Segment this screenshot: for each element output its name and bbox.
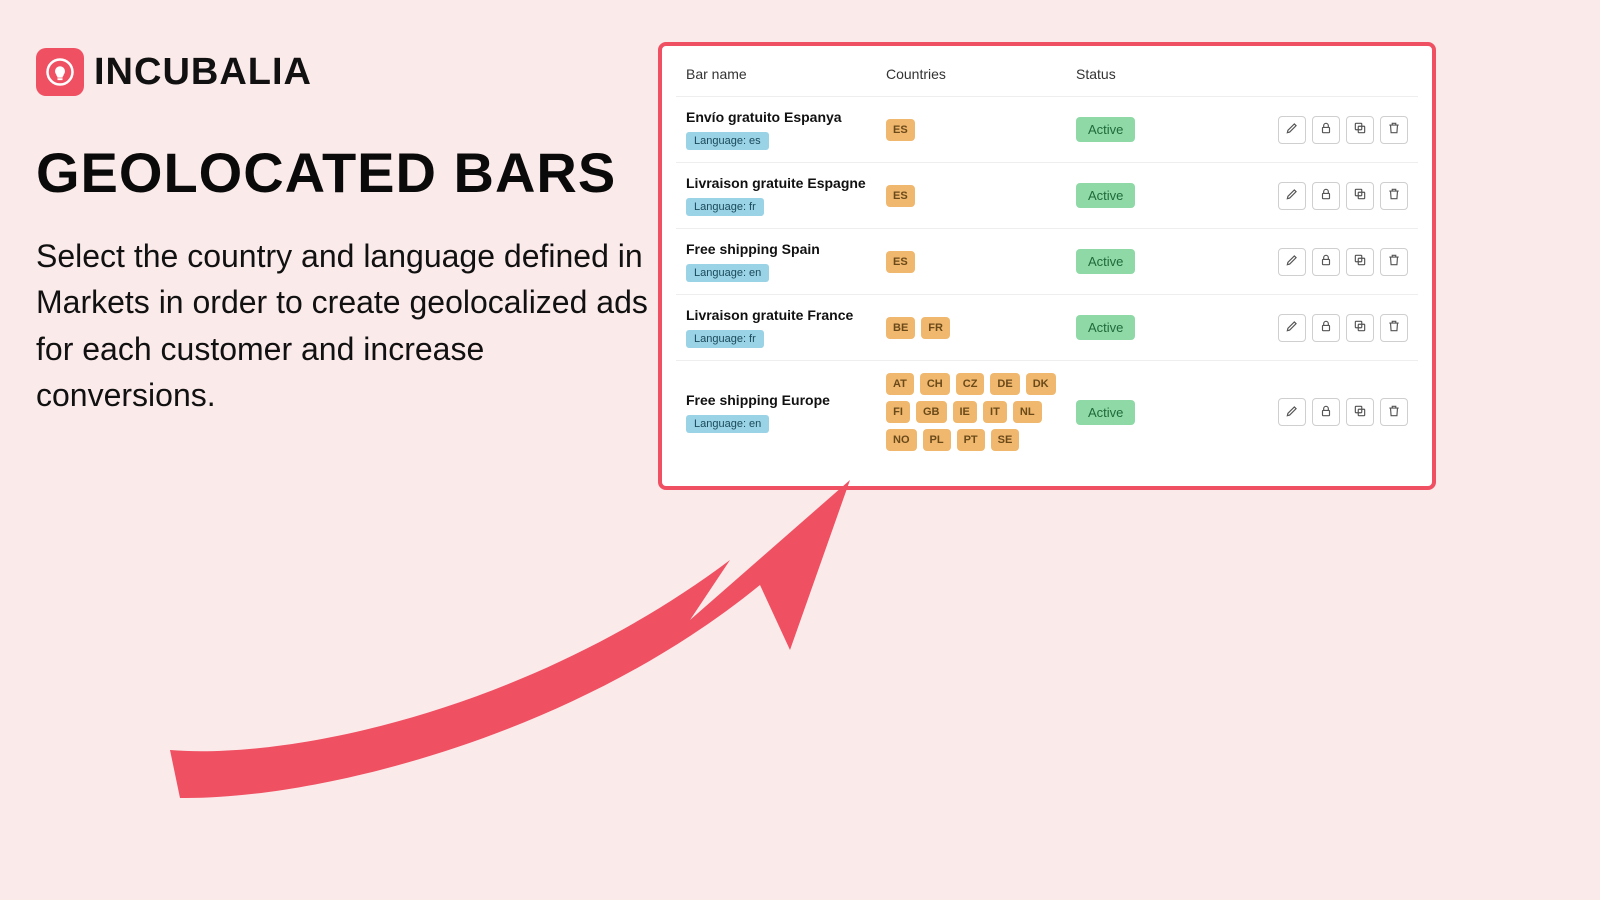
pencil-icon [1285,319,1299,336]
col-header-bar-name: Bar name [686,66,886,82]
pencil-icon [1285,253,1299,270]
country-chip: CH [920,373,950,395]
copy-button[interactable] [1346,314,1374,342]
copy-button[interactable] [1346,116,1374,144]
country-chip: DE [990,373,1019,395]
country-chip: AT [886,373,914,395]
country-chip: ES [886,119,915,141]
edit-button[interactable] [1278,182,1306,210]
language-chip: Language: fr [686,198,764,216]
copy-button[interactable] [1346,398,1374,426]
trash-icon [1387,319,1401,336]
delete-button[interactable] [1380,314,1408,342]
bar-name: Livraison gratuite Espagne [686,175,886,191]
copy-icon [1353,404,1367,421]
country-chip: BE [886,317,915,339]
logo: INCUBALIA [36,48,656,96]
country-chip: ES [886,251,915,273]
country-chip: NL [1013,401,1042,423]
col-header-status: Status [1076,66,1266,82]
bar-name: Free shipping Spain [686,241,886,257]
trash-icon [1387,404,1401,421]
col-header-countries: Countries [886,66,1076,82]
lock-icon [1319,121,1333,138]
delete-button[interactable] [1380,182,1408,210]
delete-button[interactable] [1380,248,1408,276]
delete-button[interactable] [1380,116,1408,144]
bars-table-panel: Bar name Countries Status Envío gratuito… [658,42,1436,490]
language-chip: Language: en [686,264,769,282]
page-title: GEOLOCATED BARS [36,140,656,205]
bar-name: Livraison gratuite France [686,307,886,323]
status-badge: Active [1076,117,1135,142]
country-chip: CZ [956,373,985,395]
status-badge: Active [1076,400,1135,425]
lock-icon [1319,319,1333,336]
delete-button[interactable] [1380,398,1408,426]
trash-icon [1387,187,1401,204]
country-chip: PT [957,429,985,451]
status-badge: Active [1076,183,1135,208]
lock-button[interactable] [1312,248,1340,276]
bulb-icon [36,48,84,96]
bar-name: Envío gratuito Espanya [686,109,886,125]
country-chip: ES [886,185,915,207]
copy-icon [1353,253,1367,270]
edit-button[interactable] [1278,398,1306,426]
country-chip: IT [983,401,1007,423]
country-chip: FI [886,401,910,423]
edit-button[interactable] [1278,314,1306,342]
copy-icon [1353,319,1367,336]
trash-icon [1387,121,1401,138]
table-row: Free shipping Europe Language: en AT CH CZDE… [676,361,1418,463]
brand-text: INCUBALIA [94,51,312,94]
lock-button[interactable] [1312,398,1340,426]
lock-icon [1319,253,1333,270]
country-chip: GB [916,401,947,423]
country-chip: PL [923,429,951,451]
table-row: Livraison gratuite Espagne Language: fr ES… [676,163,1418,229]
pencil-icon [1285,121,1299,138]
country-chip: FR [921,317,950,339]
copy-icon [1353,121,1367,138]
table-row: Envío gratuito Espanya Language: es ES Acti… [676,97,1418,163]
table-header-row: Bar name Countries Status [676,56,1418,97]
arrow-decoration [170,450,910,810]
copy-button[interactable] [1346,248,1374,276]
country-chip: NO [886,429,917,451]
language-chip: Language: fr [686,330,764,348]
edit-button[interactable] [1278,248,1306,276]
language-chip: Language: es [686,132,769,150]
pencil-icon [1285,404,1299,421]
table-row: Free shipping Spain Language: en ES Active [676,229,1418,295]
edit-button[interactable] [1278,116,1306,144]
lock-button[interactable] [1312,116,1340,144]
lock-icon [1319,404,1333,421]
lock-icon [1319,187,1333,204]
status-badge: Active [1076,315,1135,340]
bar-name: Free shipping Europe [686,392,886,408]
copy-icon [1353,187,1367,204]
pencil-icon [1285,187,1299,204]
page-description: Select the country and language defined … [36,233,656,419]
copy-button[interactable] [1346,182,1374,210]
country-chip: SE [991,429,1020,451]
country-chip: DK [1026,373,1056,395]
lock-button[interactable] [1312,182,1340,210]
lock-button[interactable] [1312,314,1340,342]
table-row: Livraison gratuite France Language: fr BE F… [676,295,1418,361]
trash-icon [1387,253,1401,270]
country-chip: IE [953,401,977,423]
language-chip: Language: en [686,415,769,433]
status-badge: Active [1076,249,1135,274]
